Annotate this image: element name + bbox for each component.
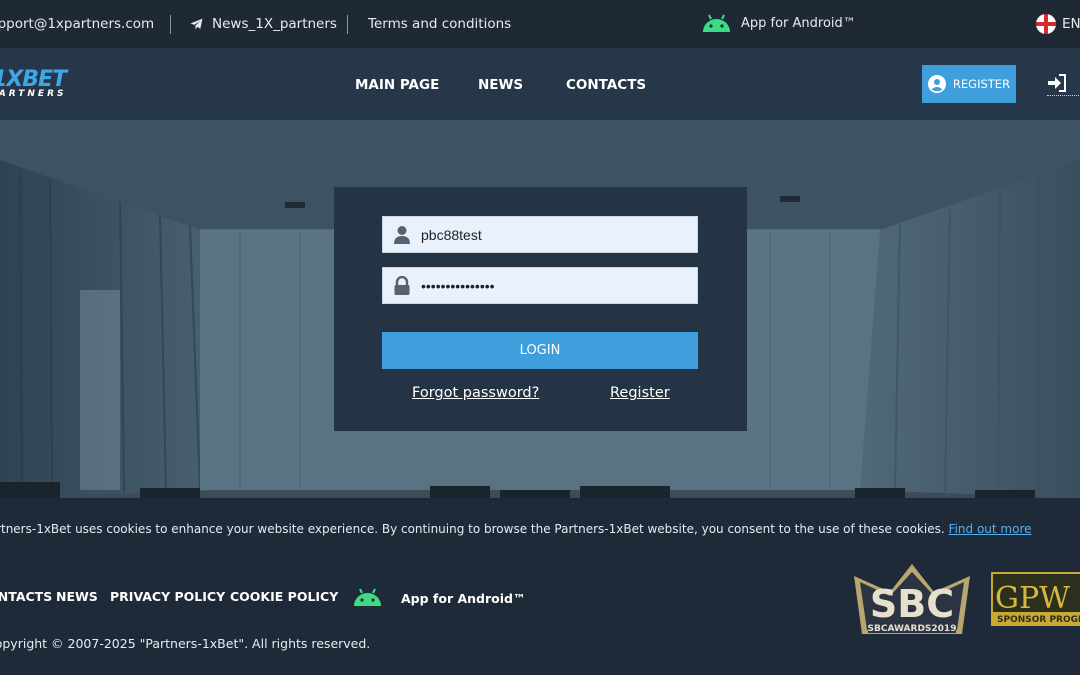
divider [170, 15, 171, 34]
forgot-password-link[interactable]: Forgot password? [412, 385, 539, 401]
username-input[interactable] [421, 217, 691, 252]
nav-news[interactable]: NEWS [478, 77, 523, 93]
android-icon [703, 14, 730, 32]
language-selector[interactable]: EN [1062, 16, 1080, 32]
nav-main-page[interactable]: MAIN PAGE [355, 77, 439, 93]
uk-flag-icon [1036, 14, 1056, 34]
cookie-text-wrapper: Partners-1xBet uses cookies to enhance y… [0, 522, 1032, 536]
footer-cookie-policy-link[interactable]: COOKIE POLICY [230, 589, 338, 604]
password-field[interactable] [382, 267, 698, 304]
android-app-link[interactable]: App for Android™ [741, 16, 856, 31]
telegram-icon [190, 18, 203, 30]
main-header: 1XBET PARTNERS MAIN PAGE NEWS CONTACTS R… [0, 49, 1080, 120]
sbc-title: SBC [870, 582, 954, 626]
login-form: LOGIN Forgot password? Register [334, 187, 747, 431]
user-icon [394, 226, 410, 244]
lock-icon [394, 276, 410, 295]
password-input[interactable] [421, 268, 691, 303]
gpw-subtitle: SPONSOR PROGRAM [997, 615, 1080, 625]
username-field[interactable] [382, 216, 698, 253]
divider [347, 15, 348, 34]
footer-android-app-link[interactable]: App for Android™ [401, 591, 525, 606]
nav-contacts[interactable]: CONTACTS [566, 77, 646, 93]
footer-news-link[interactable]: NEWS [56, 589, 98, 604]
support-email-link[interactable]: support@1xpartners.com [0, 16, 154, 32]
telegram-news-link[interactable]: News_1X_partners [212, 16, 337, 32]
gpw-title: GPW [995, 581, 1070, 616]
footer-contacts-link[interactable]: CONTACTS [0, 589, 52, 604]
logo-sub-text: PARTNERS [0, 89, 67, 99]
sign-in-icon [1048, 74, 1066, 92]
copyright-text: Copyright © 2007-2025 "Partners-1xBet". … [0, 636, 371, 651]
register-link[interactable]: Register [610, 385, 670, 401]
top-bar: support@1xpartners.com News_1X_partners … [0, 0, 1080, 49]
logo[interactable]: 1XBET PARTNERS [0, 67, 72, 101]
sbc-awards-logo: SBC SBCAWARDS2019 [854, 564, 970, 634]
user-circle-icon [927, 75, 946, 93]
header-login-link[interactable] [1047, 74, 1080, 96]
find-out-more-link[interactable]: Find out more [949, 522, 1032, 536]
register-button-label: REGISTER [952, 77, 1011, 91]
cookie-notice: Partners-1xBet uses cookies to enhance y… [0, 498, 1080, 560]
android-icon [354, 588, 381, 606]
login-button[interactable]: LOGIN [382, 332, 698, 369]
footer-privacy-policy-link[interactable]: PRIVACY POLICY [110, 589, 225, 604]
cookie-text: Partners-1xBet uses cookies to enhance y… [0, 522, 945, 536]
gpw-sponsor-logo: GPW SPONSOR PROGRAM [991, 572, 1080, 626]
sbc-subtitle: SBCAWARDS2019 [868, 624, 957, 634]
terms-link[interactable]: Terms and conditions [368, 16, 511, 32]
register-button[interactable]: REGISTER [922, 65, 1016, 103]
